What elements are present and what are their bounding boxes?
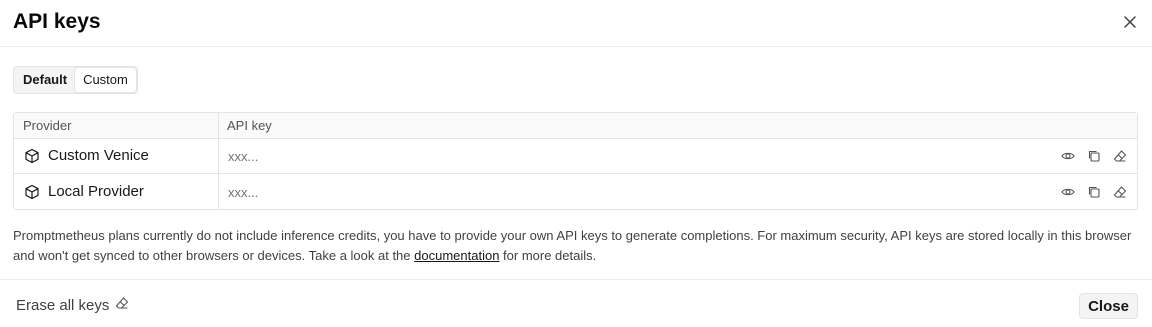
api-keys-table: Provider API key Custom Venice Local Pro… bbox=[13, 112, 1138, 210]
close-button[interactable]: Close bbox=[1079, 293, 1138, 319]
eraser-icon bbox=[115, 296, 129, 314]
close-icon[interactable] bbox=[1120, 12, 1140, 32]
provider-name: Custom Venice bbox=[48, 147, 149, 164]
eye-icon[interactable] bbox=[1061, 185, 1075, 199]
security-note: Promptmetheus plans currently do not inc… bbox=[13, 226, 1141, 266]
eraser-icon[interactable] bbox=[1113, 185, 1127, 199]
column-header-api-key: API key bbox=[227, 118, 272, 133]
key-scope-tabs: Default Custom bbox=[13, 66, 138, 94]
api-key-input[interactable] bbox=[222, 179, 1052, 205]
tab-custom[interactable]: Custom bbox=[75, 68, 136, 92]
cube-icon bbox=[24, 148, 40, 164]
provider-name: Local Provider bbox=[48, 183, 144, 200]
eraser-icon[interactable] bbox=[1113, 149, 1127, 163]
table-header: Provider API key bbox=[14, 113, 1137, 139]
erase-all-label: Erase all keys bbox=[16, 296, 110, 314]
tab-default[interactable]: Default bbox=[15, 68, 75, 92]
table-row: Local Provider bbox=[14, 175, 1137, 210]
dialog-header: API keys bbox=[0, 0, 1152, 47]
dialog-title: API keys bbox=[13, 10, 101, 33]
copy-icon[interactable] bbox=[1087, 185, 1101, 199]
note-text-end: for more details. bbox=[499, 248, 597, 263]
table-row: Custom Venice bbox=[14, 139, 1137, 174]
column-header-provider: Provider bbox=[23, 118, 72, 133]
api-key-input[interactable] bbox=[222, 143, 1052, 169]
cube-icon bbox=[24, 184, 40, 200]
copy-icon[interactable] bbox=[1087, 149, 1101, 163]
eye-icon[interactable] bbox=[1061, 149, 1075, 163]
erase-all-keys-button[interactable]: Erase all keys bbox=[16, 296, 129, 314]
documentation-link[interactable]: documentation bbox=[414, 248, 499, 263]
dialog-footer: Erase all keys Close bbox=[0, 279, 1152, 327]
